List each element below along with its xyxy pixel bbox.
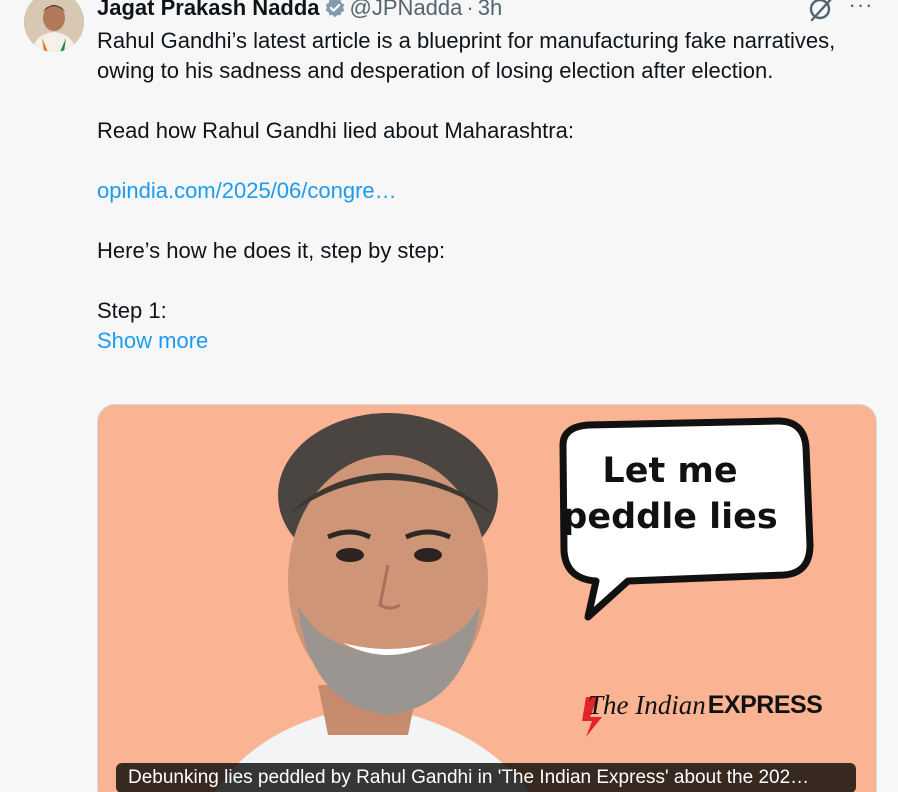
speech-bubble-line: peddle lies [562, 497, 778, 537]
brand-strong: EXPRESS [707, 691, 823, 719]
tweet-text: Rahul Gandhi’s latest article is a bluep… [97, 26, 867, 356]
grok-icon[interactable] [806, 0, 836, 24]
tweet-paragraph: Rahul Gandhi’s latest article is a bluep… [97, 28, 836, 83]
avatar-image [24, 0, 84, 52]
author-display-name[interactable]: Jagat Prakash Nadda [97, 0, 320, 22]
tweet-paragraph: Here’s how he does it, step by step: [97, 238, 446, 263]
tweet: Jagat Prakash Nadda @JPNadda · 3h ··· Ra… [0, 0, 898, 792]
media-caption: Debunking lies peddled by Rahul Gandhi i… [116, 763, 856, 792]
indian-express-logo: The Indian EXPRESS [588, 690, 823, 721]
author-handle[interactable]: @JPNadda [350, 0, 463, 22]
tweet-paragraph: Step 1: [97, 298, 167, 323]
more-options-button[interactable]: ··· [846, 0, 876, 20]
tweet-timestamp[interactable]: 3h [478, 0, 502, 22]
speech-bubble-line: Let me [602, 451, 738, 491]
verified-badge-icon [324, 0, 346, 19]
speech-bubble-text: Let me peddle lies [540, 448, 800, 540]
brand-name: The Indian [588, 690, 706, 720]
show-more-link[interactable]: Show more [97, 326, 867, 356]
tweet-header: Jagat Prakash Nadda @JPNadda · 3h [97, 0, 502, 22]
header-separator: · [466, 0, 474, 20]
avatar[interactable] [24, 0, 84, 52]
tweet-paragraph: Read how Rahul Gandhi lied about Maharas… [97, 118, 574, 143]
article-link[interactable]: opindia.com/2025/06/congre… [97, 178, 397, 203]
